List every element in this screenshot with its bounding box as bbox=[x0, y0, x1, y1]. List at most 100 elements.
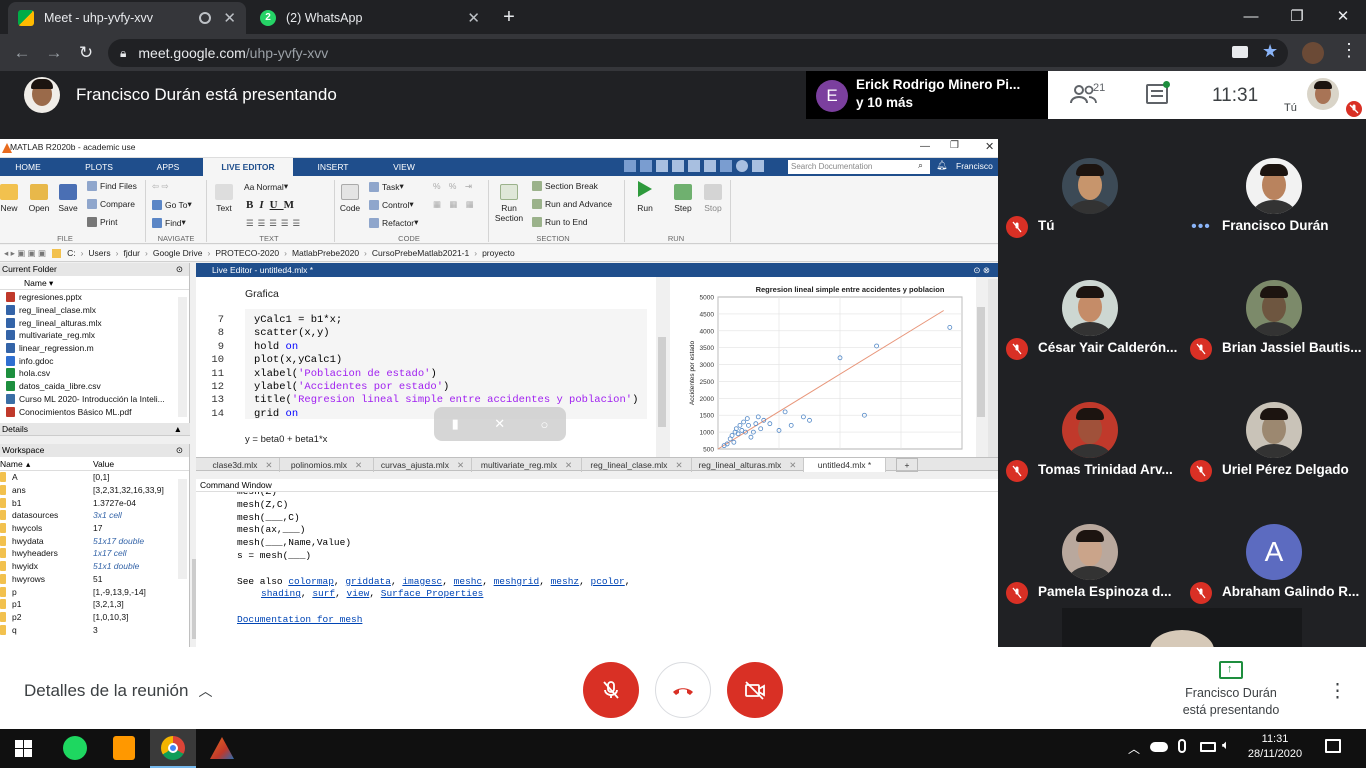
find-files-button[interactable]: Find Files bbox=[87, 181, 137, 191]
new-tab-button[interactable]: + bbox=[498, 6, 520, 28]
save-button[interactable]: Save bbox=[58, 184, 78, 213]
workspace-row[interactable]: hwyheaders 1x17 cell bbox=[0, 547, 189, 560]
step-button[interactable]: Step bbox=[671, 184, 695, 213]
file-item[interactable]: Conocimientos Básico ML.pdf bbox=[6, 405, 189, 418]
folder-scrollbar[interactable] bbox=[178, 297, 187, 417]
menu-kebab-icon[interactable]: ⋮ bbox=[1340, 40, 1358, 61]
file-item[interactable]: linear_regression.m bbox=[6, 342, 189, 355]
code-line[interactable]: 10 plot(x,yCalc1) bbox=[196, 354, 656, 367]
path-bar[interactable]: ◂ ▸ ▣ ▣ ▣ C: › Users › fjdur › Google Drive… bbox=[0, 245, 998, 262]
go-to-button[interactable]: Go To ▾ bbox=[152, 199, 192, 210]
section-break-button[interactable]: Section Break bbox=[532, 181, 598, 191]
participant-tile[interactable]: Brian Jassiel Bautis... bbox=[1182, 266, 1366, 388]
command-window[interactable]: mesh(Z)mesh(Z,C)mesh(___,C)mesh(ax,___)m… bbox=[196, 492, 998, 647]
file-item[interactable]: Curso ML 2020- Introducción la Inteli... bbox=[6, 393, 189, 406]
editor-tab[interactable]: untitled4.mlx * bbox=[804, 458, 886, 472]
code-line[interactable]: 14 grid on bbox=[196, 408, 656, 421]
presenting-status[interactable]: Francisco Durán está presentando bbox=[1160, 686, 1302, 717]
participant-tile[interactable]: César Yair Calderón... bbox=[998, 266, 1182, 388]
close-window-icon[interactable]: ✕ bbox=[1320, 0, 1366, 32]
see-also-link[interactable]: colormap bbox=[288, 576, 334, 587]
file-item[interactable]: regresiones.pptx bbox=[6, 291, 189, 304]
user-name[interactable]: Francisco bbox=[956, 161, 993, 171]
close-tab-icon[interactable]: ✕ bbox=[789, 460, 796, 471]
control-button[interactable]: Control ▾ bbox=[369, 199, 414, 210]
minimize-icon[interactable]: — bbox=[1228, 0, 1274, 32]
camera-toggle-button[interactable] bbox=[727, 662, 783, 718]
workspace-row[interactable]: p1 [3,2,1,3] bbox=[0, 598, 189, 611]
meeting-details-button[interactable]: Detalles de la reunión ︿ bbox=[24, 681, 212, 701]
panel-menu-icon[interactable]: ⊙ bbox=[176, 444, 183, 457]
code-line[interactable]: 9 hold on bbox=[196, 341, 656, 354]
profile-avatar[interactable] bbox=[1302, 42, 1324, 64]
path-segment[interactable]: fjdur bbox=[123, 248, 140, 258]
close-tab-icon[interactable]: ✕ bbox=[265, 460, 272, 471]
stop-button[interactable]: Stop bbox=[702, 184, 724, 213]
path-segment[interactable]: PROTECO-2020 bbox=[215, 248, 279, 258]
volume-icon[interactable]: 🔈︎ bbox=[1222, 737, 1230, 753]
close-tab-icon[interactable]: ✕ bbox=[223, 9, 236, 27]
run-button[interactable]: Run bbox=[634, 181, 656, 213]
see-also-link[interactable]: imagesc bbox=[402, 576, 442, 587]
tab-whatsapp[interactable]: 2 (2) WhatsApp ✕ bbox=[250, 2, 490, 34]
code-scrollbar[interactable] bbox=[656, 277, 668, 457]
figure-output-pane[interactable]: 500 1000 1500 2000 2500 3000 3500 4000 4500 5000 R… bbox=[670, 277, 976, 457]
mic-tray-icon[interactable] bbox=[1178, 739, 1186, 753]
participant-tile[interactable]: Tomas Trinidad Arv... bbox=[998, 388, 1182, 510]
workspace-row[interactable]: hwycols 17 bbox=[0, 522, 189, 535]
find-button[interactable]: Find ▾ bbox=[152, 217, 186, 228]
quick-access-toolbar[interactable] bbox=[624, 160, 784, 174]
task-button[interactable]: Task ▾ bbox=[369, 181, 404, 192]
participant-tile[interactable]: Uriel Pérez Delgado bbox=[1182, 388, 1366, 510]
file-item[interactable]: reg_lineal_clase.mlx bbox=[6, 304, 189, 317]
workspace-row[interactable]: hwyrows 51 bbox=[0, 573, 189, 586]
comment-icons[interactable]: ▦ ▦ ▦ bbox=[433, 199, 477, 210]
maximize-icon[interactable]: ❐ bbox=[1274, 0, 1320, 32]
side-toolbar[interactable] bbox=[988, 279, 998, 457]
close-tab-icon[interactable]: ✕ bbox=[467, 9, 480, 27]
workspace-row[interactable]: hwydata 51x17 double bbox=[0, 534, 189, 547]
output-scrollbar[interactable] bbox=[976, 277, 986, 457]
editor-tab[interactable]: reg_lineal_alturas.mlx ✕ bbox=[692, 458, 804, 472]
pin-icon[interactable]: ▮ bbox=[452, 416, 459, 432]
see-also-link[interactable]: shading bbox=[261, 588, 301, 599]
camera-indicator-icon[interactable] bbox=[1232, 46, 1248, 58]
compare-button[interactable]: Compare bbox=[87, 199, 135, 209]
mic-toggle-button[interactable] bbox=[583, 662, 639, 718]
leave-call-button[interactable] bbox=[655, 662, 711, 718]
workspace-row[interactable]: p [1,-9,13,9,-14] bbox=[0, 585, 189, 598]
notification-bell-icon[interactable]: 🔔︎ bbox=[936, 160, 947, 171]
see-also-link[interactable]: meshc bbox=[454, 576, 483, 587]
search-documentation-input[interactable]: Search Documentation bbox=[788, 160, 930, 174]
ws-col-value[interactable]: Value bbox=[93, 457, 114, 471]
close-tab-icon[interactable]: ✕ bbox=[355, 460, 362, 471]
code-line[interactable]: 12 ylabel('Accidentes por estado') bbox=[196, 381, 656, 394]
matlab-close-icon[interactable]: ✕ bbox=[985, 140, 994, 153]
nav-arrows[interactable]: ⇦ ⇨ bbox=[152, 181, 169, 192]
file-item[interactable]: hola.csv bbox=[6, 367, 189, 380]
see-also-link[interactable]: pcolor bbox=[591, 576, 625, 587]
details-header[interactable]: Details ▲ bbox=[0, 423, 190, 436]
workspace-row[interactable]: A [0,1] bbox=[0, 471, 189, 484]
notification-center-icon[interactable] bbox=[1325, 739, 1341, 753]
file-item[interactable]: reg_lineal_alturas.mlx bbox=[6, 316, 189, 329]
path-segment[interactable]: Users bbox=[88, 248, 110, 258]
workspace-row[interactable]: p2 [1,0,10,3] bbox=[0, 611, 189, 624]
workspace-row[interactable]: ans [3,2,31,32,16,33,9] bbox=[0, 484, 189, 497]
see-also-link[interactable]: surf bbox=[312, 588, 335, 599]
workspace-scrollbar[interactable] bbox=[178, 479, 187, 579]
tab-home[interactable]: HOME bbox=[2, 158, 54, 176]
divider-handle[interactable] bbox=[192, 559, 196, 639]
tab-view[interactable]: VIEW bbox=[375, 158, 433, 176]
code-line[interactable]: 13 title('Regresion lineal simple entre a… bbox=[196, 394, 656, 407]
new-button[interactable]: New bbox=[0, 184, 18, 213]
see-also-link[interactable]: meshz bbox=[551, 576, 580, 587]
bookmark-star-icon[interactable]: ★ bbox=[1262, 41, 1278, 62]
normal-style-select[interactable]: Aa Normal ▾ bbox=[244, 181, 288, 192]
refactor-button[interactable]: Refactor ▾ bbox=[369, 217, 418, 228]
run-section-button[interactable]: Run Section bbox=[494, 184, 524, 223]
matlab-maximize-icon[interactable]: ❐ bbox=[950, 140, 959, 151]
code-button[interactable]: Code bbox=[338, 184, 362, 213]
search-icon[interactable]: ⌕ bbox=[918, 160, 923, 171]
tab-insert[interactable]: INSERT bbox=[300, 158, 366, 176]
